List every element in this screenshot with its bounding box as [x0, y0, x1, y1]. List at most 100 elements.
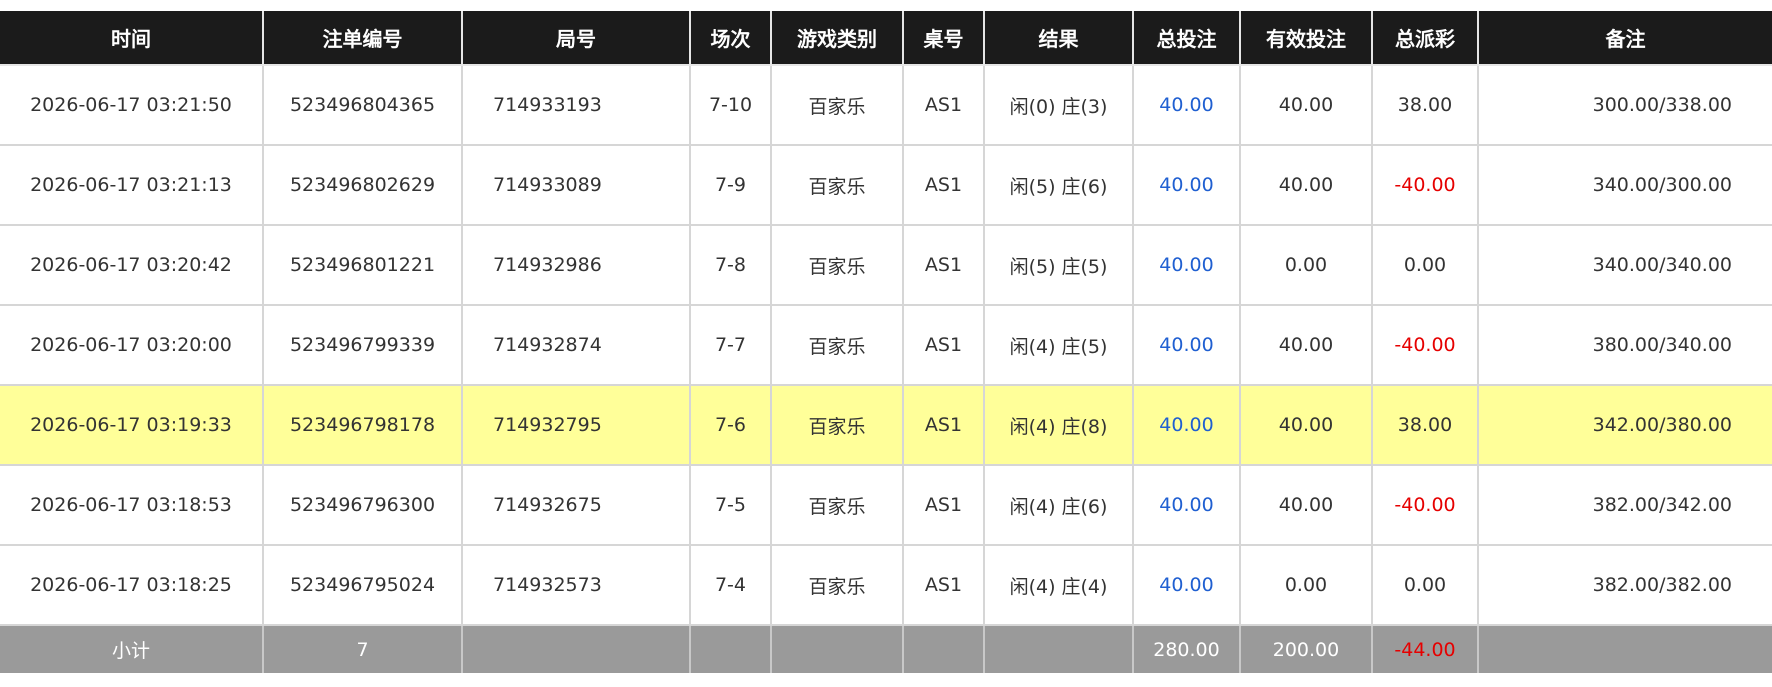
- cell-game-type: 百家乐: [770, 304, 904, 386]
- cell-table-no: AS1: [902, 304, 985, 386]
- cell-result: 闲(5) 庄(6): [983, 144, 1134, 226]
- cell-bet-id: 523496796300: [262, 464, 463, 546]
- cell-total-payout: -40.00: [1371, 144, 1479, 226]
- cell-bet-id: 523496795024: [262, 544, 463, 626]
- col-header-time: 时间: [0, 11, 264, 66]
- cell-round-id: 714933193: [461, 64, 691, 146]
- cell-remark: 300.00/338.00: [1477, 64, 1772, 146]
- subtotal-empty-cell: [902, 624, 985, 673]
- cell-result: 闲(4) 庄(4): [983, 544, 1134, 626]
- cell-remark: 340.00/300.00: [1477, 144, 1772, 226]
- cell-total-payout: 38.00: [1371, 64, 1479, 146]
- cell-table-no: AS1: [902, 64, 985, 146]
- cell-remark: 342.00/380.00: [1477, 384, 1772, 466]
- cell-bet-id: 523496801221: [262, 224, 463, 306]
- col-header-total-bet: 总投注: [1132, 11, 1241, 66]
- table-row[interactable]: 2026-06-17 03:21:13 523496802629 714933089…: [0, 144, 1772, 226]
- cell-total-payout: 38.00: [1371, 384, 1479, 466]
- cell-game-type: 百家乐: [770, 544, 904, 626]
- col-header-round-id: 局号: [461, 11, 691, 66]
- cell-total-bet: 40.00: [1132, 304, 1241, 386]
- cell-game-type: 百家乐: [770, 64, 904, 146]
- cell-time: 2026-06-17 03:18:25: [0, 544, 264, 626]
- col-header-bet-id: 注单编号: [262, 11, 463, 66]
- cell-total-bet: 40.00: [1132, 544, 1241, 626]
- cell-result: 闲(5) 庄(5): [983, 224, 1134, 306]
- col-header-table-no: 桌号: [902, 11, 985, 66]
- cell-table-no: AS1: [902, 224, 985, 306]
- cell-game-type: 百家乐: [770, 144, 904, 226]
- table-row[interactable]: 2026-06-17 03:20:00 523496799339 714932874…: [0, 304, 1772, 386]
- cell-result: 闲(4) 庄(8): [983, 384, 1134, 466]
- cell-round-id: 714932986: [461, 224, 691, 306]
- cell-result: 闲(0) 庄(3): [983, 64, 1134, 146]
- subtotal-empty-cell: [689, 624, 772, 673]
- table-row[interactable]: 2026-06-17 03:18:53 523496796300 714932675…: [0, 464, 1772, 546]
- cell-round-id: 714932874: [461, 304, 691, 386]
- subtotal-count: 7: [262, 624, 463, 673]
- cell-valid-bet: 40.00: [1239, 304, 1373, 386]
- col-header-result: 结果: [983, 11, 1134, 66]
- subtotal-empty-cell: [770, 624, 904, 673]
- cell-round-id: 714933089: [461, 144, 691, 226]
- cell-table-no: AS1: [902, 544, 985, 626]
- cell-total-bet: 40.00: [1132, 144, 1241, 226]
- table-header-row: 时间 注单编号 局号 场次 游戏类别 桌号 结果 总投注 有效投注 总派彩 备注: [0, 11, 1772, 66]
- cell-table-no: AS1: [902, 464, 985, 546]
- table-body: 2026-06-17 03:21:50 523496804365 714933193…: [0, 64, 1772, 626]
- cell-session: 7-6: [689, 384, 772, 466]
- col-header-valid-bet: 有效投注: [1239, 11, 1373, 66]
- cell-valid-bet: 40.00: [1239, 144, 1373, 226]
- cell-total-bet: 40.00: [1132, 384, 1241, 466]
- cell-valid-bet: 0.00: [1239, 544, 1373, 626]
- table-row[interactable]: 2026-06-17 03:18:25 523496795024 714932573…: [0, 544, 1772, 626]
- cell-time: 2026-06-17 03:19:33: [0, 384, 264, 466]
- cell-time: 2026-06-17 03:21:13: [0, 144, 264, 226]
- cell-round-id: 714932675: [461, 464, 691, 546]
- cell-total-bet: 40.00: [1132, 464, 1241, 546]
- cell-valid-bet: 40.00: [1239, 64, 1373, 146]
- subtotal-empty-cell: [461, 624, 691, 673]
- cell-round-id: 714932573: [461, 544, 691, 626]
- cell-valid-bet: 0.00: [1239, 224, 1373, 306]
- table-row[interactable]: 2026-06-17 03:19:33 523496798178 714932795…: [0, 384, 1772, 466]
- cell-session: 7-9: [689, 144, 772, 226]
- cell-session: 7-4: [689, 544, 772, 626]
- cell-bet-id: 523496798178: [262, 384, 463, 466]
- bet-history-table: 时间 注单编号 局号 场次 游戏类别 桌号 结果 总投注 有效投注 总派彩 备注…: [0, 11, 1772, 673]
- cell-valid-bet: 40.00: [1239, 384, 1373, 466]
- cell-session: 7-8: [689, 224, 772, 306]
- cell-total-bet: 40.00: [1132, 64, 1241, 146]
- cell-result: 闲(4) 庄(5): [983, 304, 1134, 386]
- cell-bet-id: 523496804365: [262, 64, 463, 146]
- cell-remark: 382.00/382.00: [1477, 544, 1772, 626]
- cell-time: 2026-06-17 03:18:53: [0, 464, 264, 546]
- subtotal-total-bet: 280.00: [1132, 624, 1241, 673]
- cell-total-payout: 0.00: [1371, 544, 1479, 626]
- col-header-game-type: 游戏类别: [770, 11, 904, 66]
- cell-bet-id: 523496802629: [262, 144, 463, 226]
- cell-game-type: 百家乐: [770, 384, 904, 466]
- subtotal-empty-cell: [1477, 624, 1772, 673]
- cell-remark: 340.00/340.00: [1477, 224, 1772, 306]
- cell-session: 7-7: [689, 304, 772, 386]
- subtotal-payout: -44.00: [1371, 624, 1479, 673]
- table-row[interactable]: 2026-06-17 03:21:50 523496804365 714933193…: [0, 64, 1772, 146]
- subtotal-row: 小计 7 280.00 200.00 -44.00: [0, 624, 1772, 673]
- cell-time: 2026-06-17 03:21:50: [0, 64, 264, 146]
- cell-session: 7-10: [689, 64, 772, 146]
- cell-table-no: AS1: [902, 384, 985, 466]
- table-row[interactable]: 2026-06-17 03:20:42 523496801221 714932986…: [0, 224, 1772, 306]
- cell-game-type: 百家乐: [770, 224, 904, 306]
- cell-remark: 382.00/342.00: [1477, 464, 1772, 546]
- cell-game-type: 百家乐: [770, 464, 904, 546]
- cell-total-payout: -40.00: [1371, 464, 1479, 546]
- subtotal-valid-bet: 200.00: [1239, 624, 1373, 673]
- subtotal-label: 小计: [0, 624, 264, 673]
- cell-remark: 380.00/340.00: [1477, 304, 1772, 386]
- cell-time: 2026-06-17 03:20:00: [0, 304, 264, 386]
- cell-round-id: 714932795: [461, 384, 691, 466]
- subtotal-empty-cell: [983, 624, 1134, 673]
- cell-total-bet: 40.00: [1132, 224, 1241, 306]
- cell-time: 2026-06-17 03:20:42: [0, 224, 264, 306]
